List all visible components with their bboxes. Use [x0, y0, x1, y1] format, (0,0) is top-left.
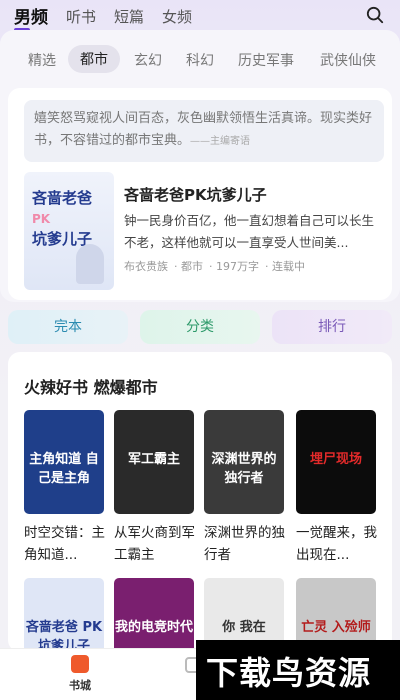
category-fantasy[interactable]: 玄幻: [134, 50, 162, 70]
book-name: 一觉醒来，我出现在...: [296, 525, 377, 563]
book-card[interactable]: 主角知道 自己是主角 时空交错：主角知道...: [24, 410, 106, 566]
book-name: 从军火商到军工霸主: [114, 525, 195, 563]
section-title: 火辣好书 燃爆都市: [24, 378, 158, 397]
bookstore-icon: [71, 655, 89, 673]
book-cover: 埋尸现场: [296, 410, 376, 514]
featured-description: 钟一民身价百亿，他一直幻想着自己可以长生不老，这样他就可以一直享受人世间美...: [124, 213, 375, 250]
book-card[interactable]: 军工霸主 从军火商到军工霸主: [114, 410, 196, 566]
book-cover: 主角知道 自己是主角: [24, 410, 104, 514]
editor-quote: 嬉笑怒骂窥视人间百态，灰色幽默领悟生活真谛。现实类好书，不容错过的都市宝典。——…: [24, 100, 384, 162]
book-cover: 军工霸主: [114, 410, 194, 514]
tab-audiobook[interactable]: 听书: [66, 6, 96, 27]
book-name: 深渊世界的独行者: [204, 525, 285, 563]
tab-female[interactable]: 女频: [162, 6, 192, 27]
cover-title: 吝啬老爸 PK 坑爹儿子: [32, 189, 93, 248]
search-icon[interactable]: [366, 6, 384, 24]
nav-bookstore[interactable]: 书城: [60, 655, 100, 693]
book-card[interactable]: 深渊世界的 独行者 深渊世界的独行者: [204, 410, 286, 566]
tab-short[interactable]: 短篇: [114, 6, 144, 27]
word-count: 197万字: [216, 260, 259, 273]
watermark: 下载鸟资源: [196, 640, 400, 700]
tab-male[interactable]: 男频: [14, 3, 48, 32]
cover-character: [76, 244, 104, 284]
top-tabs: 男频 听书 短篇 女频: [0, 0, 400, 34]
category-urban[interactable]: 都市: [68, 45, 120, 73]
genre: 都市: [181, 260, 203, 273]
category-history[interactable]: 历史军事: [238, 50, 294, 70]
category-featured[interactable]: 精选: [28, 50, 56, 70]
featured-title[interactable]: 吝啬老爸PK坑爹儿子: [124, 184, 267, 205]
completed-button[interactable]: 完本: [8, 310, 128, 344]
book-name: 时空交错：主角知道...: [24, 525, 105, 563]
featured-cover[interactable]: 吝啬老爸 PK 坑爹儿子: [24, 172, 114, 290]
featured-meta: 布衣贵族 · 都市 · 197万字 · 连载中: [124, 260, 305, 273]
status: 连载中: [272, 260, 305, 273]
book-cover: 深渊世界的 独行者: [204, 410, 284, 514]
category-button[interactable]: 分类: [140, 310, 260, 344]
hot-books-section: 火辣好书 燃爆都市 主角知道 自己是主角 时空交错：主角知道... 军工霸主 从…: [8, 352, 392, 682]
category-scifi[interactable]: 科幻: [186, 50, 214, 70]
author: 布衣贵族: [124, 260, 168, 273]
category-wuxia[interactable]: 武侠仙侠: [320, 50, 376, 70]
ranking-button[interactable]: 排行: [272, 310, 392, 344]
book-card[interactable]: 埋尸现场 一觉醒来，我出现在...: [296, 410, 378, 566]
